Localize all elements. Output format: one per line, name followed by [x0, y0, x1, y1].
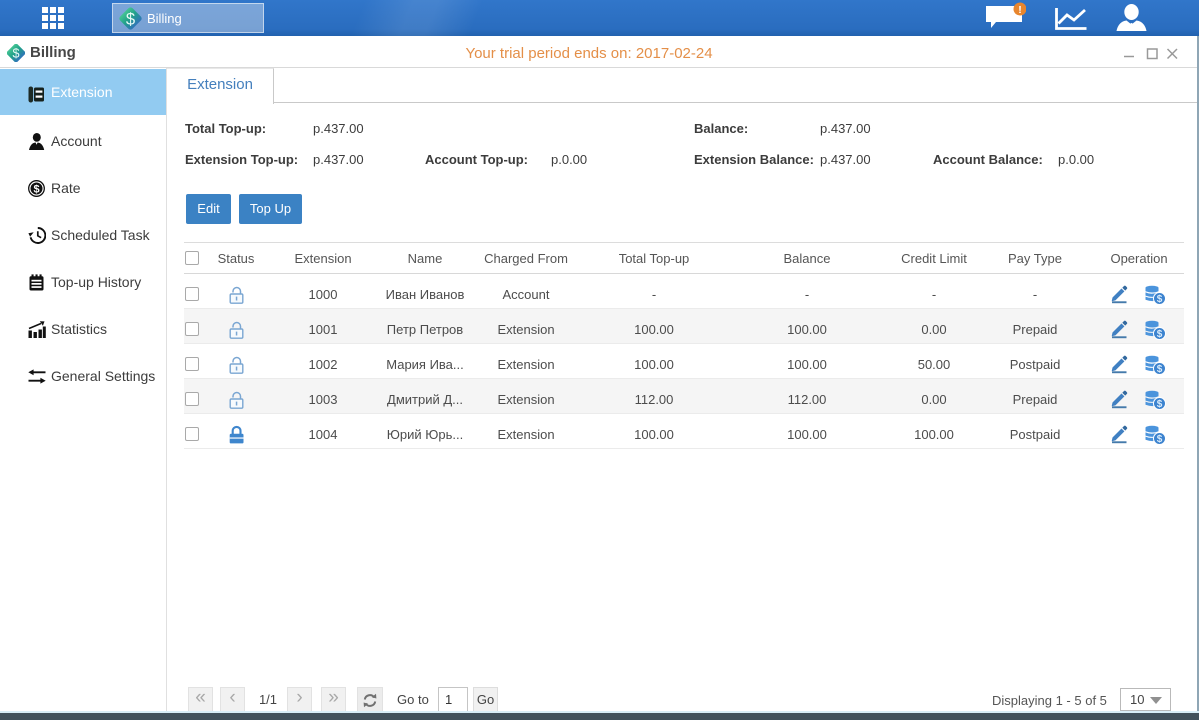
svg-text:$: $ [1157, 434, 1163, 445]
svg-text:$: $ [1157, 364, 1163, 375]
svg-text:$: $ [33, 184, 39, 196]
svg-text:$: $ [1157, 329, 1163, 340]
svg-text:$: $ [1157, 399, 1163, 410]
svg-text:!: ! [1018, 4, 1022, 16]
svg-text:$: $ [126, 9, 135, 28]
svg-text:$: $ [1157, 294, 1163, 305]
svg-text:$: $ [12, 47, 19, 61]
